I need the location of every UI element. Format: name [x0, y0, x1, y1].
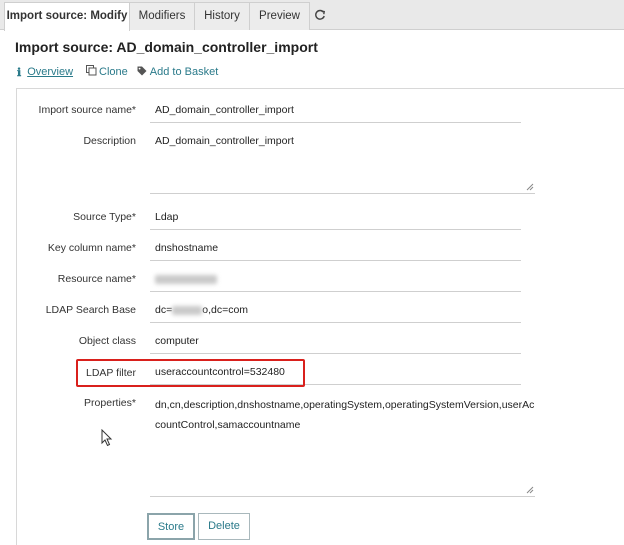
- clone-link[interactable]: Clone: [86, 65, 128, 79]
- tab-import-source-modify[interactable]: Import source: Modify: [4, 2, 130, 31]
- resource-name-label: Resource name*: [57, 273, 136, 285]
- description-textarea[interactable]: AD_domain_controller_import: [150, 131, 535, 194]
- object-class-label: Object class: [78, 335, 136, 347]
- ldap-filter-highlight-box: [76, 359, 305, 387]
- mouse-cursor-icon: [101, 429, 113, 447]
- page-title: Import source: AD_domain_controller_impo…: [15, 39, 318, 55]
- properties-label: Properties*: [84, 397, 136, 409]
- ldap-search-base-label: LDAP Search Base: [45, 304, 136, 316]
- store-button[interactable]: Store: [147, 513, 195, 540]
- tab-preview[interactable]: Preview: [249, 2, 310, 30]
- redacted-value: [172, 305, 203, 315]
- description-text: AD_domain_controller_import: [155, 135, 294, 147]
- import-source-name-label: Import source name*: [38, 104, 136, 116]
- tag-icon: [137, 66, 147, 79]
- clone-icon: [86, 65, 97, 79]
- tab-modifiers[interactable]: Modifiers: [129, 2, 195, 30]
- clone-label: Clone: [99, 66, 128, 78]
- delete-button[interactable]: Delete: [198, 513, 250, 540]
- ldap-search-base-input[interactable]: dc= o,dc=com: [150, 299, 521, 323]
- refresh-icon[interactable]: [312, 7, 328, 23]
- resize-handle-icon[interactable]: [526, 486, 534, 494]
- tab-bar: Import source: Modify Modifiers History …: [0, 0, 624, 31]
- source-type-input[interactable]: Ldap: [150, 206, 521, 230]
- key-column-name-label: Key column name*: [47, 242, 136, 254]
- tab-history[interactable]: History: [194, 2, 250, 30]
- properties-line-2: countControl,samaccountname: [155, 419, 301, 431]
- resize-handle-icon[interactable]: [526, 183, 534, 191]
- object-class-input[interactable]: computer: [150, 330, 521, 354]
- action-links: ℹ Overview Clone Add to Basket: [17, 64, 218, 80]
- description-label: Description: [83, 135, 136, 147]
- import-source-name-input[interactable]: AD_domain_controller_import: [150, 99, 521, 123]
- overview-label: Overview: [27, 66, 74, 78]
- redacted-value: [155, 274, 217, 284]
- add-to-basket-label: Add to Basket: [149, 66, 219, 78]
- resource-name-input[interactable]: [150, 268, 521, 292]
- info-icon: ℹ: [17, 66, 22, 79]
- ldap-search-base-suffix: o,dc=com: [202, 304, 249, 316]
- source-type-label: Source Type*: [73, 211, 136, 223]
- properties-line-1: dn,cn,description,dnshostname,operatingS…: [155, 399, 535, 411]
- ldap-search-base-prefix: dc=: [155, 304, 173, 316]
- key-column-name-input[interactable]: dnshostname: [150, 237, 521, 261]
- overview-link[interactable]: ℹ Overview: [17, 66, 73, 79]
- add-to-basket-link[interactable]: Add to Basket: [137, 66, 219, 79]
- properties-textarea[interactable]: dn,cn,description,dnshostname,operatingS…: [150, 395, 535, 497]
